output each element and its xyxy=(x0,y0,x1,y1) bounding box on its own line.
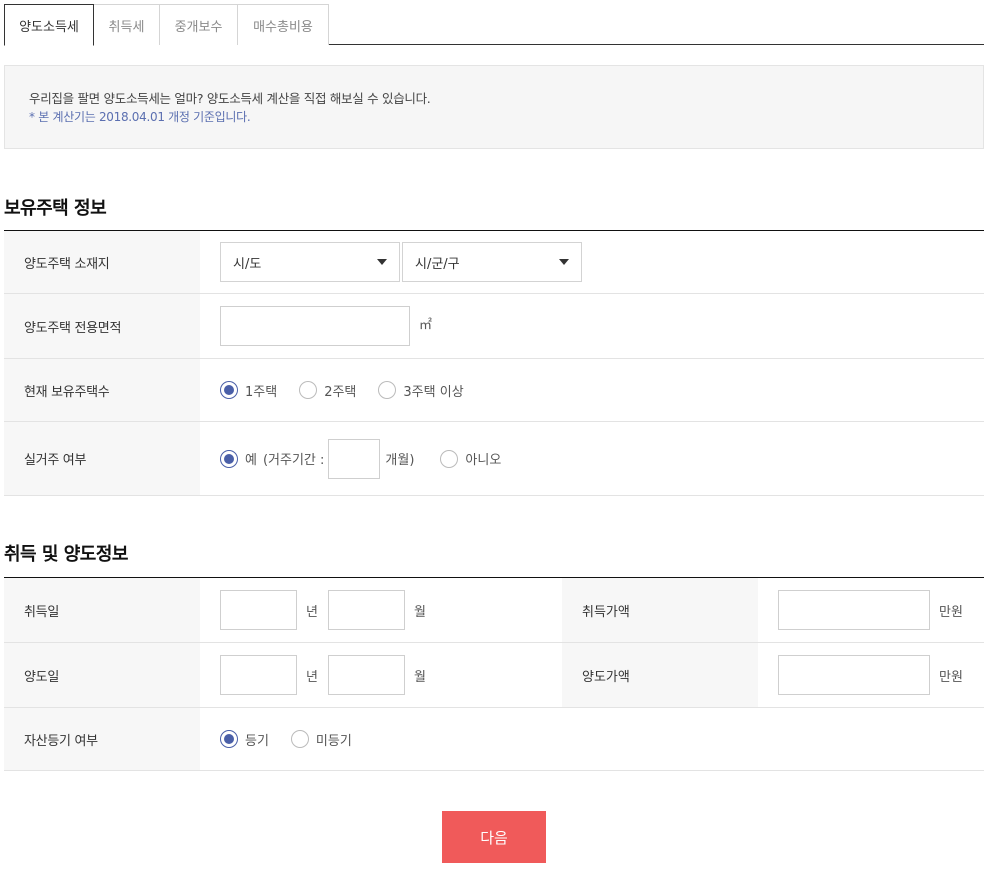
trans-month-input[interactable] xyxy=(327,655,405,695)
row-acquisition: 취득일 년 월 취득가액 만원 xyxy=(4,578,984,643)
residence-label: 실거주 여부 xyxy=(4,422,200,495)
acq-price-input[interactable] xyxy=(778,590,930,630)
trans-year-input[interactable] xyxy=(220,655,297,695)
radio-unregistered[interactable]: 미등기 xyxy=(290,730,352,749)
radio-unchecked-icon xyxy=(378,381,397,399)
row-residence: 실거주 여부 예 (거주기간 : 개월) 아니오 xyxy=(4,422,984,496)
tab-bar: 양도소득세 취득세 중개보수 매수총비용 xyxy=(4,4,984,46)
row-location: 양도주택 소재지 시/도 시/군/구 xyxy=(4,231,984,294)
trans-price-input[interactable] xyxy=(778,655,930,695)
acq-year-unit: 년 xyxy=(306,604,318,620)
sigungu-select[interactable]: 시/군/구 xyxy=(402,242,582,282)
trans-date-label: 양도일 xyxy=(4,643,200,707)
radio-unchecked-icon xyxy=(290,730,309,748)
radio-one-house[interactable]: 1주택 xyxy=(220,381,277,400)
radio-two-houses[interactable]: 2주택 xyxy=(299,381,356,400)
registration-cell: 등기 미등기 xyxy=(200,708,984,770)
row-transfer: 양도일 년 월 양도가액 만원 xyxy=(4,643,984,708)
radio-unchecked-icon xyxy=(440,449,459,468)
sido-select[interactable]: 시/도 xyxy=(220,242,400,282)
location-label: 양도주택 소재지 xyxy=(4,231,200,293)
trans-month-unit: 월 xyxy=(413,669,426,685)
house-count-cell: 1주택 2주택 3주택 이상 xyxy=(200,359,984,421)
row-registration: 자산등기 여부 등기 미등기 xyxy=(4,708,984,771)
section-title-housing-info: 보유주택 정보 xyxy=(4,198,107,219)
chevron-down-icon xyxy=(377,259,387,265)
row-house-count: 현재 보유주택수 1주택 2주택 3주택 이상 xyxy=(4,359,984,422)
trans-year-unit: 년 xyxy=(306,669,318,685)
tab-total-purchase-cost[interactable]: 매수총비용 xyxy=(238,4,329,45)
house-count-label: 현재 보유주택수 xyxy=(4,359,200,421)
location-cell: 시/도 시/군/구 xyxy=(200,231,984,293)
residence-cell: 예 (거주기간 : 개월) 아니오 xyxy=(200,422,984,495)
housing-info-table: 양도주택 소재지 시/도 시/군/구 양도주택 전용면적 ㎡ 현재 보유주택수 … xyxy=(4,230,984,496)
area-unit: ㎡ xyxy=(419,317,433,333)
acq-year-input[interactable] xyxy=(220,590,297,630)
area-label: 양도주택 전용면적 xyxy=(4,294,200,358)
area-cell: ㎡ xyxy=(200,294,984,358)
acq-price-label: 취득가액 xyxy=(562,578,758,642)
section-title-acquisition-transfer: 취득 및 양도정보 xyxy=(4,544,128,565)
acquisition-transfer-table: 취득일 년 월 취득가액 만원 양도일 년 월 양도가액 만원 자산등기 여부 xyxy=(4,577,984,771)
area-input[interactable] xyxy=(220,306,410,346)
acq-month-input[interactable] xyxy=(327,590,405,630)
radio-checked-icon xyxy=(220,381,238,399)
radio-residence-yes[interactable]: 예 xyxy=(220,449,257,468)
sido-select-value: 시/도 xyxy=(233,256,262,272)
radio-registered[interactable]: 등기 xyxy=(220,730,269,749)
notice-subtext: * 본 계산기는 2018.04.01 개정 기준입니다. xyxy=(29,110,251,124)
next-button[interactable]: 다음 xyxy=(442,811,546,863)
tab-capital-gains-tax[interactable]: 양도소득세 xyxy=(4,4,94,46)
tab-brokerage-fee[interactable]: 중개보수 xyxy=(160,4,238,45)
radio-three-plus-houses[interactable]: 3주택 이상 xyxy=(378,381,464,400)
residence-period-prefix: (거주기간 : xyxy=(262,453,325,468)
registration-label: 자산등기 여부 xyxy=(4,708,200,770)
radio-checked-icon xyxy=(220,449,238,468)
trans-date-cell: 년 월 xyxy=(200,643,562,707)
radio-residence-no[interactable]: 아니오 xyxy=(440,449,501,468)
acq-date-label: 취득일 xyxy=(4,578,200,642)
chevron-down-icon xyxy=(559,259,569,265)
row-area: 양도주택 전용면적 ㎡ xyxy=(4,294,984,359)
trans-price-label: 양도가액 xyxy=(562,643,758,707)
notice-text: 우리집을 팔면 양도소득세는 얼마? 양도소득세 계산을 직접 해보실 수 있습… xyxy=(29,91,431,106)
trans-price-unit: 만원 xyxy=(939,669,963,685)
registration-radio-group: 등기 미등기 xyxy=(220,730,374,749)
residence-period-suffix: 개월) xyxy=(385,453,415,468)
acq-month-unit: 월 xyxy=(413,604,426,620)
house-count-radio-group: 1주택 2주택 3주택 이상 xyxy=(220,381,486,400)
residence-period-input[interactable] xyxy=(328,438,381,479)
notice-box: 우리집을 팔면 양도소득세는 얼마? 양도소득세 계산을 직접 해보실 수 있습… xyxy=(4,65,984,149)
tab-acquisition-tax[interactable]: 취득세 xyxy=(94,4,160,45)
radio-checked-icon xyxy=(220,730,238,748)
acq-date-cell: 년 월 xyxy=(200,578,562,642)
radio-unchecked-icon xyxy=(299,381,318,399)
acq-price-cell: 만원 xyxy=(758,578,984,642)
trans-price-cell: 만원 xyxy=(758,643,984,707)
acq-price-unit: 만원 xyxy=(939,604,963,620)
sigungu-select-value: 시/군/구 xyxy=(415,256,460,272)
